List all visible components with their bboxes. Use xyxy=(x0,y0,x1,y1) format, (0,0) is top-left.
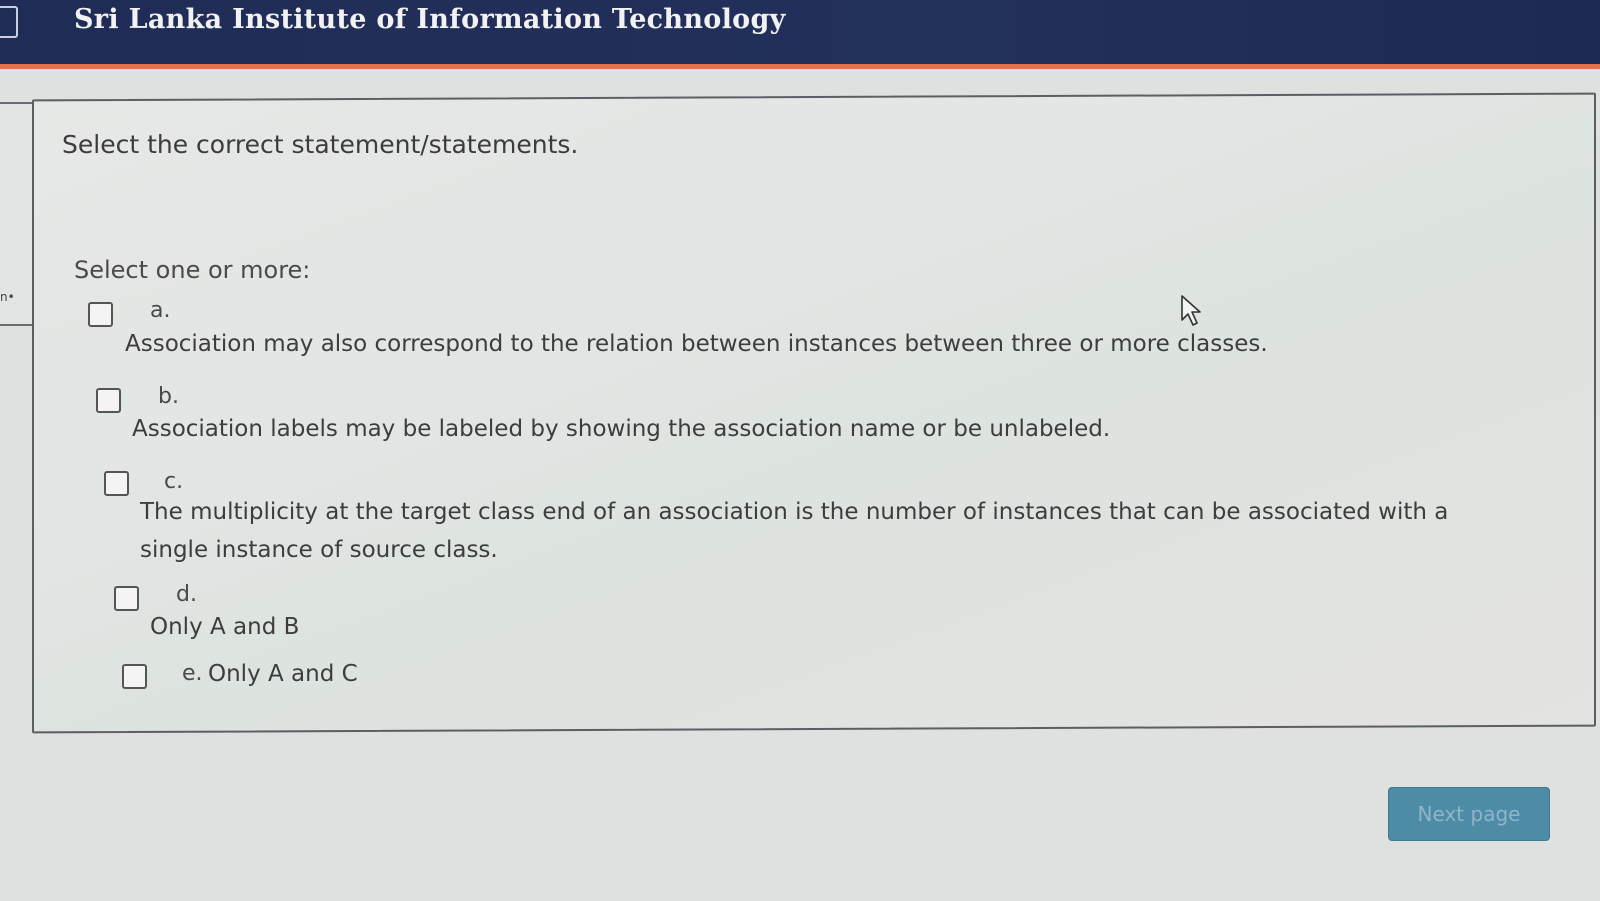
option-a-text: Association may also correspond to the r… xyxy=(125,331,1268,357)
option-a-letter: a. xyxy=(150,298,171,323)
site-title: Sri Lanka Institute of Information Techn… xyxy=(74,4,786,35)
option-e-text: Only A and C xyxy=(208,661,358,687)
option-b-letter: b. xyxy=(158,384,179,409)
option-d-checkbox[interactable] xyxy=(114,586,139,611)
question-prompt: Select the correct statement/statements. xyxy=(62,130,579,159)
answer-instruction: Select one or more: xyxy=(74,256,311,284)
option-c-text: The multiplicity at the target class end… xyxy=(140,499,1449,563)
option-e-letter: e. xyxy=(182,661,203,686)
option-c-checkbox[interactable] xyxy=(104,471,129,496)
option-d-text: Only A and B xyxy=(150,614,300,640)
side-panel-marker: n• xyxy=(0,290,15,304)
option-b-checkbox[interactable] xyxy=(96,388,121,413)
mouse-pointer-icon xyxy=(1180,294,1204,332)
option-c-letter: c. xyxy=(164,469,184,494)
logo-icon xyxy=(0,6,18,38)
option-b-text: Association labels may be labeled by sho… xyxy=(132,416,1111,442)
next-page-button[interactable]: Next page xyxy=(1388,787,1550,841)
option-a-checkbox[interactable] xyxy=(88,302,113,327)
option-e-checkbox[interactable] xyxy=(122,664,147,689)
site-header: Sri Lanka Institute of Information Techn… xyxy=(0,0,1600,69)
option-d-letter: d. xyxy=(176,582,197,607)
